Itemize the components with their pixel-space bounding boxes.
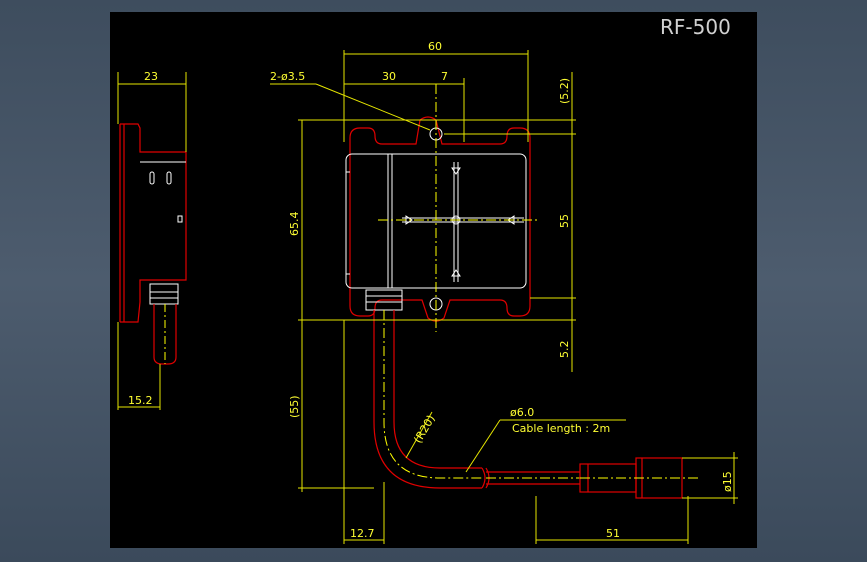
drawing-title: RF-500 bbox=[660, 15, 731, 39]
dim-side-depth: 23 bbox=[144, 70, 158, 83]
cable-outer bbox=[373, 310, 482, 489]
dim-inner-height: 55 bbox=[558, 214, 571, 228]
dim-connector-length: 51 bbox=[606, 527, 620, 540]
dim-bend-radius: (R20) bbox=[411, 413, 437, 446]
dim-offset: 7 bbox=[441, 70, 448, 83]
side-slot-1 bbox=[149, 171, 155, 185]
dim-cable-offset: 12.7 bbox=[350, 527, 375, 540]
cable-length-label: Cable length : 2m bbox=[512, 422, 610, 435]
side-slot-2 bbox=[166, 171, 172, 185]
cad-drawing: RF-500 23 15.2 60 30 7 2-ø3.5 (5.2) 55 5… bbox=[117, 15, 738, 544]
dim-height: 65.4 bbox=[288, 212, 301, 237]
dim-width: 60 bbox=[428, 40, 442, 53]
side-connector bbox=[149, 283, 179, 305]
dim-top-margin: (5.2) bbox=[558, 78, 571, 104]
front-view: 60 30 7 2-ø3.5 (5.2) 55 5.2 65.4 (55) 12… bbox=[270, 40, 738, 544]
dim-connector-dia: ø15 bbox=[721, 471, 734, 492]
dim-cable-run: (55) bbox=[288, 395, 301, 418]
drawing-canvas: RF-500 23 15.2 60 30 7 2-ø3.5 (5.2) 55 5… bbox=[110, 12, 757, 548]
cable-diameter-label: ø6.0 bbox=[510, 406, 534, 419]
dim-half-width: 30 bbox=[382, 70, 396, 83]
hole-label: 2-ø3.5 bbox=[270, 70, 305, 83]
dim-side-body: 15.2 bbox=[128, 394, 153, 407]
cable-inner bbox=[393, 310, 482, 469]
side-marker bbox=[177, 215, 183, 223]
dim-bottom-margin: 5.2 bbox=[558, 341, 571, 359]
side-view: 23 15.2 bbox=[117, 70, 187, 410]
